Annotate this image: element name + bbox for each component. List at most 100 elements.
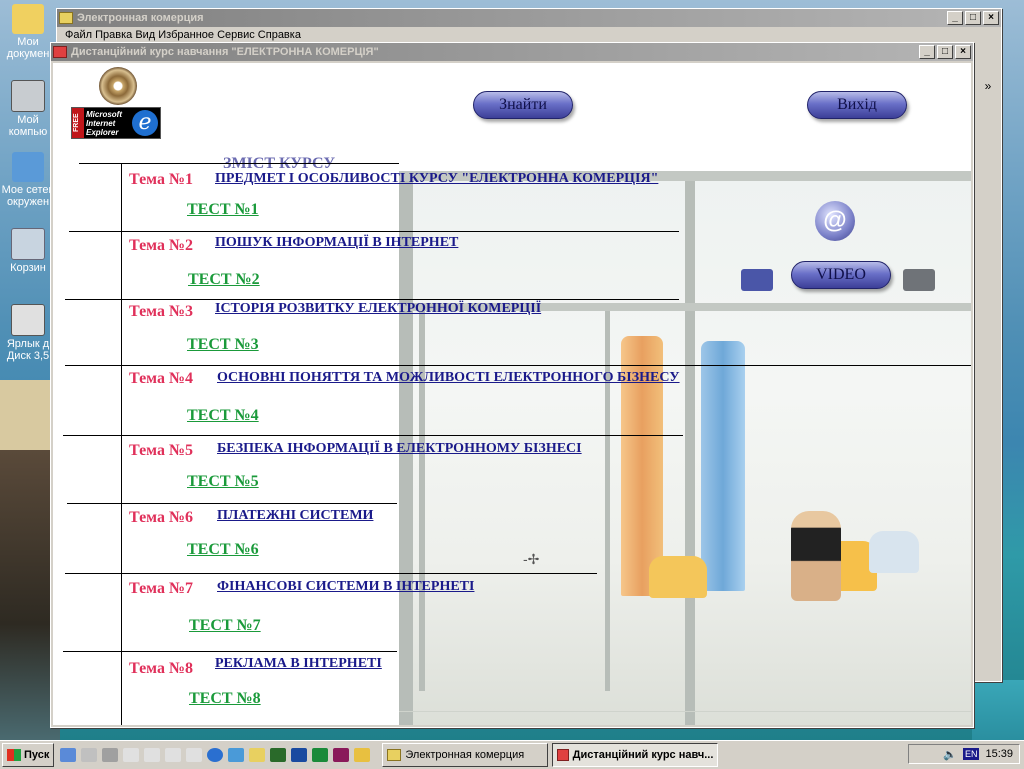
desktop-icon[interactable] <box>60 748 77 762</box>
video-button-label: VIDEO <box>816 266 866 283</box>
test-link-6[interactable]: ТЕСТ №6 <box>187 541 259 559</box>
desktop-icon-label: Мои докумен <box>6 36 50 60</box>
minimize-button[interactable]: _ <box>947 11 963 25</box>
internet-explorer-icon[interactable] <box>207 748 224 762</box>
topic-link-2[interactable]: ПОШУК ІНФОРМАЦІЇ В ІНТЕРНЕТ <box>215 235 458 251</box>
desktop-icon-floppy[interactable]: Ярлык д Диск 3,5 <box>0 304 56 362</box>
ie-logo-line: Explorer <box>86 128 119 137</box>
test-link-7[interactable]: ТЕСТ №7 <box>189 617 261 635</box>
desktop-icon-network[interactable]: Мое сетев окружен <box>0 152 56 208</box>
topic-number: Тема №6 <box>129 509 194 526</box>
excel-icon[interactable] <box>312 748 329 762</box>
chair <box>869 531 919 573</box>
topic-link-6[interactable]: ПЛАТЕЖНІ СИСТЕМИ <box>217 508 373 524</box>
app-icon <box>557 749 569 761</box>
video-camera-icon <box>903 269 935 291</box>
app-icon[interactable] <box>102 748 119 762</box>
system-tray: 🔈 EN 15:39 <box>908 744 1020 764</box>
search-button[interactable]: Знайти <box>473 91 573 119</box>
start-label: Пуск <box>24 749 50 761</box>
minimize-button[interactable]: _ <box>919 45 935 59</box>
topic-link-1[interactable]: ПРЕДМЕТ І ОСОБЛИВОСТІ КУРСУ "ЕЛЕКТРОННА … <box>215 171 658 187</box>
course-page: -✢ FREE Microsoft Internet Explorer e ЗМ… <box>53 63 971 725</box>
app-icon[interactable] <box>228 748 245 762</box>
desktop-icon-my-documents[interactable]: Мои докумен <box>0 4 56 60</box>
topic-link-8[interactable]: РЕКЛАМА В ІНТЕРНЕТІ <box>215 656 382 672</box>
email-at-icon[interactable]: @ <box>815 201 855 241</box>
clock[interactable]: 15:39 <box>985 748 1013 760</box>
desktop-icon-label: Ярлык д Диск 3,5 <box>6 338 50 362</box>
desktop-icon-my-computer[interactable]: Мой компью <box>0 80 56 138</box>
task-button-course[interactable]: Дистанційний курс навч... <box>552 743 719 767</box>
app-icon <box>53 46 67 58</box>
search-icon[interactable] <box>249 748 266 762</box>
cd-icon <box>99 67 137 105</box>
course-window-titlebar[interactable]: Дистанційний курс навчання "ЕЛЕКТРОННА К… <box>51 43 973 61</box>
ie-e-icon: e <box>132 110 158 136</box>
topic-number: Тема №8 <box>129 660 194 677</box>
network-icon <box>12 152 44 182</box>
app-icon[interactable] <box>144 748 161 762</box>
quick-launch <box>60 748 371 762</box>
language-indicator[interactable]: EN <box>962 748 980 760</box>
volume-icon[interactable]: 🔈 <box>943 748 957 761</box>
wallpaper-sea <box>972 680 1024 740</box>
video-camera-icon <box>741 269 773 291</box>
test-link-3[interactable]: ТЕСТ №3 <box>187 336 259 354</box>
desktop-icon-recycle-bin[interactable]: Корзин <box>0 228 56 274</box>
windows-logo-icon <box>7 749 21 761</box>
app-icon[interactable] <box>81 748 98 762</box>
ie-logo-line: Microsoft <box>86 110 122 119</box>
blue-curtain <box>701 341 745 591</box>
app-icon[interactable] <box>165 748 182 762</box>
topic-link-4[interactable]: ОСНОВНІ ПОНЯТТЯ ТА МОЖЛИВОСТІ ЕЛЕКТРОННО… <box>217 370 680 386</box>
folder-icon <box>59 12 73 24</box>
folder-icon <box>387 749 402 761</box>
maximize-button[interactable]: □ <box>937 45 953 59</box>
close-button[interactable]: × <box>955 45 971 59</box>
test-link-1[interactable]: ТЕСТ №1 <box>187 201 259 219</box>
floppy-shortcut-icon <box>11 304 45 336</box>
ie-logo-line: Internet <box>86 119 116 128</box>
toolbar-chevron[interactable]: » <box>977 79 999 119</box>
test-link-5[interactable]: ТЕСТ №5 <box>187 473 259 491</box>
app-icon[interactable] <box>354 748 371 762</box>
app-icon[interactable] <box>123 748 140 762</box>
topic-number: Тема №7 <box>129 580 194 597</box>
app-icon[interactable] <box>270 748 287 762</box>
exit-button[interactable]: Вихід <box>807 91 907 119</box>
internet-explorer-logo[interactable]: FREE Microsoft Internet Explorer e <box>71 107 161 139</box>
recycle-bin-icon <box>11 228 45 260</box>
start-button[interactable]: Пуск <box>2 743 55 767</box>
topic-number: Тема №4 <box>129 370 194 387</box>
course-window-title: Дистанційний курс навчання "ЕЛЕКТРОННА К… <box>71 46 379 58</box>
video-button[interactable]: VIDEO <box>791 261 891 289</box>
folder-icon <box>12 4 44 34</box>
course-window[interactable]: Дистанційний курс навчання "ЕЛЕКТРОННА К… <box>50 42 974 728</box>
maximize-button[interactable]: □ <box>965 11 981 25</box>
door-handle: -✢ <box>523 551 540 567</box>
topic-link-3[interactable]: ІСТОРІЯ РОЗВИТКУ ЕЛЕКТРОННОЇ КОМЕРЦІЇ <box>215 301 541 317</box>
desktop-icon-label: Корзин <box>10 262 46 274</box>
app-icon[interactable] <box>186 748 203 762</box>
word-icon[interactable] <box>291 748 308 762</box>
test-link-4[interactable]: ТЕСТ №4 <box>187 407 259 425</box>
test-link-8[interactable]: ТЕСТ №8 <box>189 690 261 708</box>
topic-number: Тема №5 <box>129 442 194 459</box>
desktop-icon-label: Мой компью <box>8 114 48 138</box>
topic-link-7[interactable]: ФІНАНСОВІ СИСТЕМИ В ІНТЕРНЕТІ <box>217 579 474 595</box>
back-window-titlebar[interactable]: Электронная комерция _ □ × <box>57 9 1001 27</box>
desktop-icon-label: Мое сетев окружен <box>1 184 55 208</box>
topic-number: Тема №3 <box>129 303 194 320</box>
close-button[interactable]: × <box>983 11 999 25</box>
computer-icon <box>11 80 45 112</box>
task-button-electronic-commerce[interactable]: Электронная комерция <box>382 743 549 767</box>
search-button-label: Знайти <box>499 96 547 113</box>
task-label: Дистанційний курс навч... <box>572 749 714 761</box>
task-label: Электронная комерция <box>405 749 525 761</box>
test-link-2[interactable]: ТЕСТ №2 <box>188 271 260 289</box>
woman-figure <box>791 511 841 601</box>
topic-link-5[interactable]: БЕЗПЕКА ІНФОРМАЦІЇ В ЕЛЕКТРОННОМУ БІЗНЕС… <box>217 441 582 457</box>
access-icon[interactable] <box>333 748 350 762</box>
taskbar: Пуск Электронная комерция Дистанційний к… <box>0 740 1024 769</box>
